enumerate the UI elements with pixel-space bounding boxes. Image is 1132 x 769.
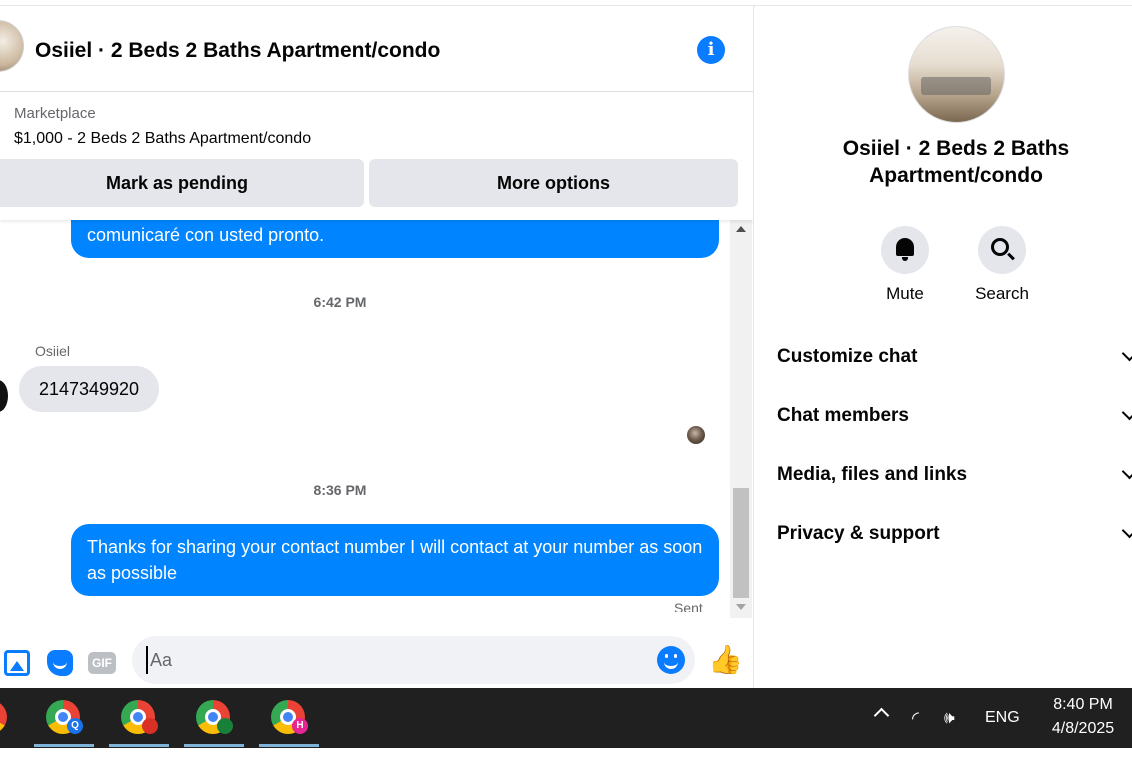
mute-label: Mute — [886, 284, 924, 303]
chevron-down-icon[interactable] — [1121, 345, 1132, 362]
taskbar-chrome-profile-4[interactable]: H — [258, 688, 320, 748]
attach-photo-icon[interactable] — [4, 650, 30, 676]
running-indicator — [259, 744, 319, 747]
section-customize-chat[interactable]: Customize chat — [777, 336, 1132, 376]
sticker-icon[interactable] — [47, 650, 73, 676]
mark-as-pending-button[interactable]: Mark as pending — [0, 159, 364, 207]
running-indicator — [184, 744, 244, 747]
emoji-icon[interactable] — [657, 646, 685, 674]
running-indicator — [34, 744, 94, 747]
marketplace-listing-panel: Marketplace $1,000 - 2 Beds 2 Baths Apar… — [0, 92, 753, 220]
search-action[interactable]: Search — [967, 226, 1037, 304]
details-title: Osiiel · 2 Beds 2 Baths Apartment/condo — [842, 137, 1070, 187]
profile-badge — [217, 718, 233, 734]
clock-date: 4/8/2025 — [1051, 720, 1115, 737]
system-clock[interactable]: 8:40 PM 4/8/2025 — [1038, 693, 1128, 741]
bell-icon — [896, 238, 914, 261]
show-hidden-icons-chevron-up-icon[interactable] — [873, 707, 890, 724]
section-privacy-support[interactable]: Privacy & support — [777, 513, 1132, 553]
conversation-details-panel: Osiiel · 2 Beds 2 Baths Apartment/condo … — [755, 6, 1132, 688]
section-label: Customize chat — [777, 346, 918, 367]
chevron-down-icon[interactable] — [1121, 522, 1132, 539]
search-button[interactable] — [978, 226, 1026, 274]
scroll-down-arrow-icon[interactable] — [736, 604, 746, 610]
section-label: Media, files and links — [777, 464, 968, 485]
thumbs-up-icon[interactable]: 👍 — [708, 644, 743, 676]
profile-badge: H — [292, 718, 308, 734]
taskbar-chrome-profile-2[interactable] — [108, 688, 170, 748]
sender-avatar[interactable] — [0, 380, 8, 412]
clock-time: 8:40 PM — [1053, 696, 1113, 713]
section-label: Chat members — [777, 405, 909, 426]
gif-icon[interactable]: GIF — [88, 652, 116, 674]
taskbar-chrome-profile-1[interactable]: Q — [33, 688, 95, 748]
read-receipt-avatar — [687, 426, 705, 444]
message-input[interactable] — [146, 646, 626, 674]
chat-header: Osiiel · 2 Beds 2 Baths Apartment/condo … — [0, 6, 753, 92]
message-timestamp: 8:36 PM — [313, 482, 367, 498]
chat-pane: Osiiel · 2 Beds 2 Baths Apartment/condo … — [0, 6, 754, 688]
scroll-up-arrow-icon[interactable] — [736, 226, 746, 232]
more-options-button[interactable]: More options — [369, 159, 738, 207]
message-scrollbar[interactable] — [730, 220, 752, 618]
info-icon[interactable]: i — [697, 36, 725, 64]
listing-photo-avatar[interactable] — [908, 26, 1005, 123]
section-media-files-links[interactable]: Media, files and links — [777, 454, 1132, 494]
windows-taskbar: Q H ◜ 🕪 ENG 8:40 PM 4/8/2025 — [0, 688, 1132, 748]
search-icon — [991, 238, 1009, 256]
chevron-down-icon[interactable] — [1121, 463, 1132, 480]
taskbar-chrome-profile-3[interactable] — [183, 688, 245, 748]
scroll-thumb[interactable] — [733, 488, 749, 598]
outgoing-message-bubble[interactable]: Thanks for sharing your contact number I… — [71, 524, 719, 596]
language-indicator[interactable]: ENG — [985, 709, 1020, 769]
taskbar-app-partial[interactable] — [0, 688, 22, 748]
mute-action[interactable]: Mute — [870, 226, 940, 304]
listing-price-title[interactable]: $1,000 - 2 Beds 2 Baths Apartment/condo — [14, 130, 311, 148]
conversation-title[interactable]: Osiiel · 2 Beds 2 Baths Apartment/condo — [35, 39, 440, 63]
profile-badge: Q — [67, 718, 83, 734]
message-input-box[interactable] — [132, 636, 695, 684]
wifi-icon[interactable]: ◜ — [912, 708, 919, 768]
outgoing-message-bubble[interactable]: comunicaré con usted pronto. — [71, 220, 719, 258]
listing-avatar[interactable] — [0, 20, 24, 72]
message-timestamp: 6:42 PM — [313, 294, 367, 310]
sender-name: Osiiel — [35, 343, 71, 359]
search-label: Search — [975, 284, 1029, 303]
chevron-down-icon[interactable] — [1121, 404, 1132, 421]
volume-icon[interactable]: 🕪 — [944, 708, 955, 768]
message-list: comunicaré con usted pronto. 6:42 PM Osi… — [0, 220, 730, 612]
mute-button[interactable] — [881, 226, 929, 274]
running-indicator — [109, 744, 169, 747]
profile-badge — [142, 718, 158, 734]
marketplace-label: Marketplace — [14, 105, 96, 122]
incoming-message-bubble[interactable]: 2147349920 — [19, 366, 159, 412]
app-icon — [0, 700, 7, 734]
message-composer: GIF 👍 — [0, 618, 753, 688]
section-label: Privacy & support — [777, 523, 940, 544]
section-chat-members[interactable]: Chat members — [777, 395, 1132, 435]
sent-status: Sent — [674, 600, 703, 612]
